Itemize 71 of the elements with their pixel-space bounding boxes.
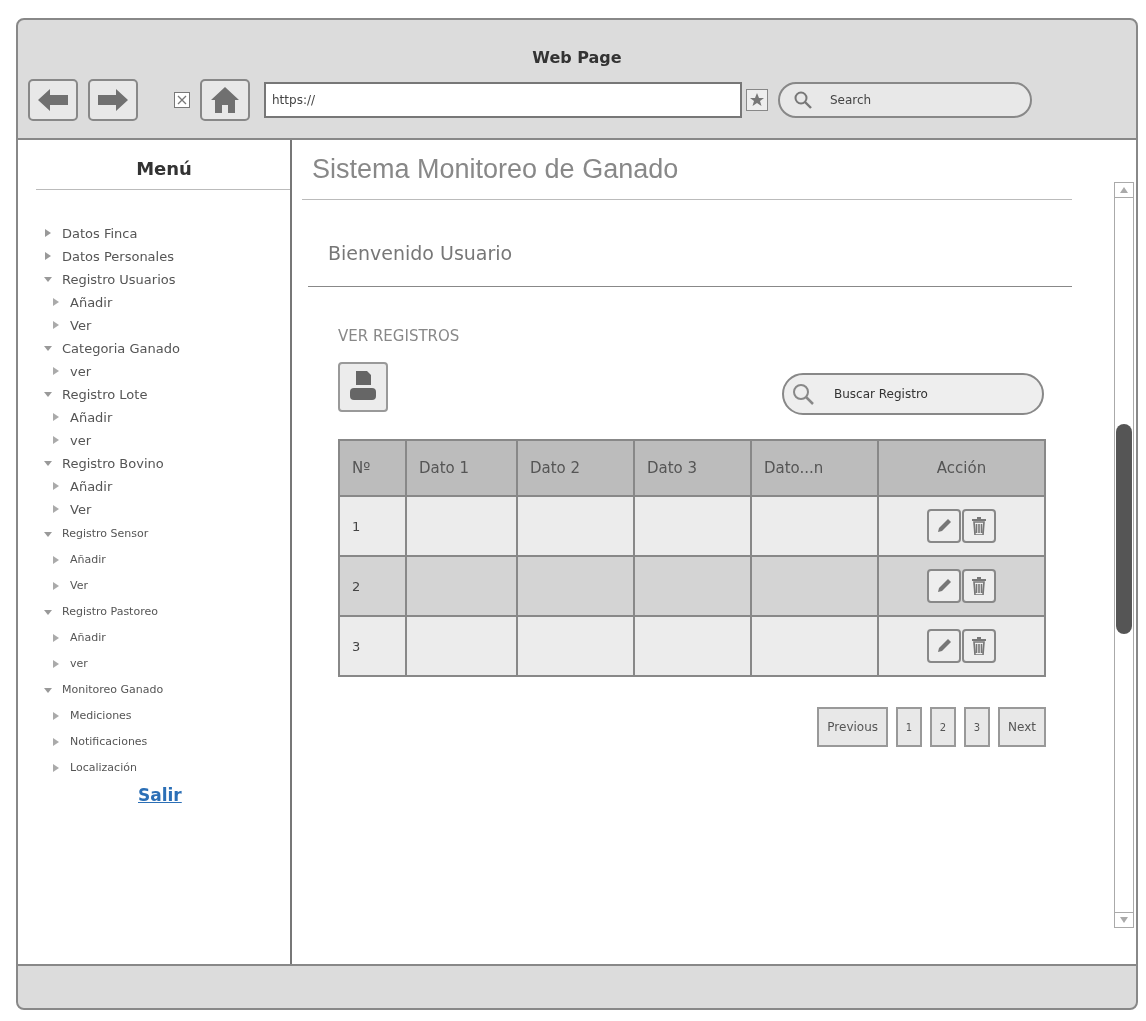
home-button[interactable] [200,79,250,121]
tree-item[interactable]: Ver [44,575,88,596]
trash-icon [971,517,987,535]
right-arrow-icon [98,89,128,111]
edit-button[interactable] [927,629,961,663]
tree-item[interactable]: Datos Personales [44,247,174,265]
tree-item[interactable]: Añadir [44,627,106,648]
delete-button[interactable] [962,569,996,603]
table-cell: 2 [339,556,406,616]
pencil-icon [936,638,952,654]
search-field[interactable]: Search [778,82,1032,118]
next-button[interactable]: Next [998,707,1046,747]
tree-item[interactable]: Mediciones [44,705,132,726]
close-icon[interactable] [174,92,190,108]
delete-button[interactable] [962,509,996,543]
print-icon [350,371,376,403]
home-icon [211,87,239,113]
page-button[interactable]: 2 [930,707,957,747]
app-title: Sistema Monitoreo de Ganado [312,154,680,185]
search-field[interactable]: Buscar Registro [782,373,1044,415]
tree-item[interactable]: Registro Pastoreo [44,601,158,622]
left-arrow-icon [38,89,68,111]
welcome-heading: Bienvenido Usuario [328,242,514,264]
column-header: Dato 3 [634,440,751,496]
trash-icon [971,577,987,595]
page-button[interactable]: 1 [896,707,923,747]
trash-icon [971,637,987,655]
print-button[interactable] [338,362,388,412]
tree-item[interactable]: Añadir [44,477,113,495]
column-header: Dato 1 [406,440,517,496]
table-cell: 1 [339,496,406,556]
tree-item[interactable]: Ver [44,500,92,518]
forward-button[interactable] [88,79,138,121]
tree-item[interactable]: ver [44,431,92,449]
table-cell: 3 [339,616,406,676]
section-title: VER REGISTROS [338,327,461,345]
edit-button[interactable] [927,509,961,543]
tree-item[interactable]: Monitoreo Ganado [44,679,164,700]
window-title: Web Page [531,48,623,67]
tree-item[interactable]: Registro Sensor [44,523,149,544]
column-header: Dato...n [751,440,878,496]
edit-button[interactable] [927,569,961,603]
tree-item[interactable]: Añadir [44,549,106,570]
tree-item[interactable]: Añadir [44,408,113,426]
tree-item[interactable]: Registro Bovino [44,454,164,472]
back-button[interactable] [28,79,78,121]
page-button[interactable]: 3 [964,707,991,747]
tree-item[interactable]: ver [44,653,88,674]
search-icon [792,383,814,405]
column-header: Dato 2 [517,440,634,496]
tree-item[interactable]: Datos Finca [44,224,138,242]
tree-item[interactable]: Localización [44,757,137,778]
pencil-icon [936,578,952,594]
delete-button[interactable] [962,629,996,663]
tree-item[interactable]: Registro Lote [44,385,148,403]
tree-item[interactable]: Registro Usuarios [44,270,176,288]
tree-item[interactable]: Añadir [44,293,113,311]
tree-item[interactable]: Categoria Ganado [44,339,180,357]
logout-link[interactable]: Salir [138,785,182,805]
address-field[interactable]: https:// [264,82,742,118]
scrollbar[interactable] [1114,182,1134,928]
previous-button[interactable]: Previous [817,707,889,747]
tree-item[interactable]: Notificaciones [44,731,148,752]
tree-item[interactable]: Ver [44,316,92,334]
menu-title: Menú [135,157,193,181]
tree-item[interactable]: ver [44,362,92,380]
scrollbar-thumb[interactable] [1116,424,1132,634]
search-icon [794,91,812,109]
pencil-icon [936,518,952,534]
column-header: Nº [339,440,406,496]
column-header: Acción [878,440,1045,496]
